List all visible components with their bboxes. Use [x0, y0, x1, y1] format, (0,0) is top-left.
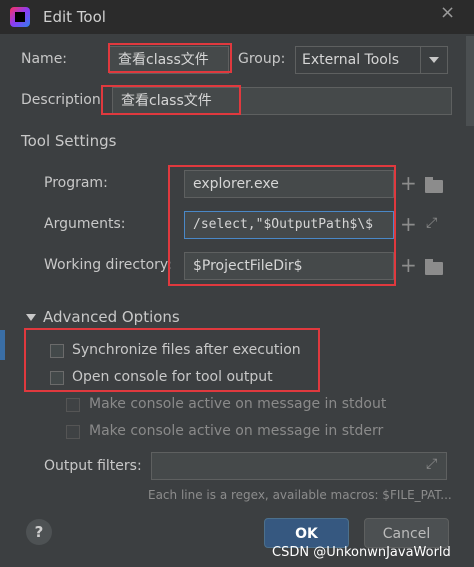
open-console-checkbox[interactable] [50, 371, 64, 385]
console-stderr-label: Make console active on message in stderr [89, 423, 384, 439]
folder-icon[interactable] [425, 177, 443, 193]
chevron-down-icon[interactable] [420, 47, 447, 73]
window-title: Edit Tool [43, 8, 106, 26]
plus-icon[interactable]: + [400, 255, 417, 275]
output-filters-input[interactable] [151, 452, 447, 480]
description-label: Description [21, 92, 101, 108]
plus-icon[interactable]: + [400, 214, 417, 234]
open-console-label[interactable]: Open console for tool output [72, 369, 273, 385]
scrollbar[interactable] [466, 36, 474, 126]
advanced-options-heading[interactable]: Advanced Options [43, 308, 180, 326]
ok-button[interactable]: OK [264, 518, 349, 548]
program-label: Program: [44, 175, 108, 191]
arguments-label: Arguments: [44, 216, 126, 232]
intellij-app-icon [10, 7, 30, 27]
side-accent [0, 330, 5, 360]
description-input[interactable]: 查看class文件 [112, 87, 452, 115]
sync-files-checkbox[interactable] [50, 344, 64, 358]
tool-settings-heading: Tool Settings [21, 132, 117, 150]
sync-files-label[interactable]: Synchronize files after execution [72, 342, 301, 358]
output-filters-hint: Each line is a regex, available macros: … [148, 488, 452, 502]
group-combo-value: External Tools [302, 52, 400, 68]
console-stderr-checkbox[interactable] [66, 425, 80, 439]
watermark: CSDN @UnkonwnJavaWorld [272, 545, 451, 560]
expand-icon[interactable]: ⤢ [426, 215, 437, 231]
plus-icon[interactable]: + [400, 173, 417, 193]
close-icon[interactable]: × [440, 2, 455, 23]
working-directory-input[interactable]: $ProjectFileDir$ [184, 252, 394, 280]
group-combo[interactable]: External Tools [295, 46, 448, 74]
group-label: Group: [238, 51, 286, 67]
console-stdout-label: Make console active on message in stdout [89, 396, 387, 412]
program-input[interactable]: explorer.exe [184, 170, 394, 198]
name-label: Name: [21, 51, 68, 67]
console-stdout-checkbox[interactable] [66, 398, 80, 412]
cancel-button[interactable]: Cancel [364, 518, 449, 548]
name-input[interactable]: 查看class文件 [109, 46, 229, 74]
help-button[interactable]: ? [26, 519, 52, 545]
output-filters-label: Output filters: [44, 458, 142, 474]
folder-icon[interactable] [425, 259, 443, 275]
working-directory-label: Working directory: [44, 257, 172, 273]
collapse-triangle-icon[interactable] [26, 314, 36, 321]
expand-icon[interactable]: ⤢ [426, 456, 437, 472]
arguments-input[interactable]: /select,"$OutputPath$\$ [184, 211, 394, 239]
